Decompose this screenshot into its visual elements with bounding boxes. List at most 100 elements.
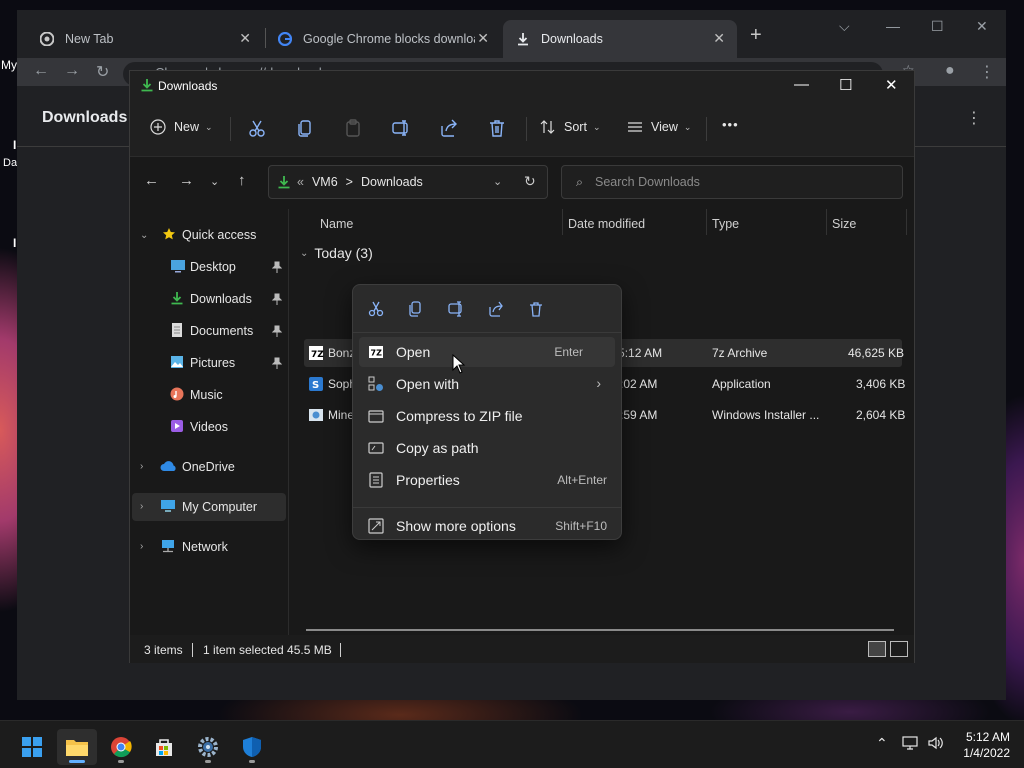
selection-info: 1 item selected 45.5 MB — [203, 643, 332, 657]
minimize-icon[interactable]: — — [794, 76, 809, 93]
navigation-pane: ⌄ Quick access Desktop Downloads Documen… — [130, 209, 288, 635]
nav-item-documents[interactable]: Documents — [130, 317, 286, 345]
maximize-icon[interactable]: ☐ — [839, 76, 852, 94]
menu-item-compress-zip[interactable]: Compress to ZIP file — [359, 401, 615, 431]
sort-button[interactable]: Sort ⌄ — [540, 119, 600, 135]
chrome-icon[interactable] — [101, 729, 141, 765]
back-icon[interactable]: ← — [33, 62, 49, 80]
chevron-down-icon[interactable]: ⌄ — [140, 230, 148, 241]
column-divider[interactable] — [826, 209, 827, 235]
close-icon[interactable]: ✕ — [885, 76, 898, 94]
view-button[interactable]: View ⌄ — [627, 119, 691, 135]
nav-item-videos[interactable]: Videos — [130, 413, 286, 441]
nav-label: Quick access — [182, 228, 257, 242]
column-divider[interactable] — [706, 209, 707, 235]
tab-downloads[interactable]: Downloads ✕ — [503, 20, 737, 58]
menu-item-open-with[interactable]: Open with › — [359, 369, 615, 399]
command-bar: New ⌄ Sort ⌄ View ⌄ ••• — [130, 101, 914, 157]
paste-icon[interactable] — [342, 117, 364, 139]
cut-icon[interactable] — [246, 117, 268, 139]
rename-icon[interactable] — [447, 300, 465, 318]
copy-icon[interactable] — [407, 300, 425, 318]
nav-quick-access[interactable]: ⌄ Quick access — [130, 221, 286, 249]
page-title: Downloads — [42, 109, 128, 126]
new-tab-button[interactable]: + — [750, 24, 762, 47]
delete-icon[interactable] — [527, 300, 545, 318]
close-icon[interactable]: ✕ — [976, 18, 988, 35]
chevron-right-icon[interactable]: › — [140, 501, 143, 512]
column-divider[interactable] — [562, 209, 563, 235]
menu-item-properties[interactable]: Properties Alt+Enter — [359, 465, 615, 495]
profile-icon[interactable]: ● — [945, 62, 955, 80]
recent-locations-icon[interactable]: ⌄ — [210, 175, 219, 188]
delete-icon[interactable] — [486, 117, 508, 139]
chevron-right-icon[interactable]: › — [140, 541, 143, 552]
tab-search-icon[interactable]: ⌵ — [839, 18, 850, 35]
overflow-chevron-icon[interactable]: « — [297, 175, 304, 189]
menu-label: Properties — [396, 472, 460, 488]
nav-item-network[interactable]: › Network — [130, 533, 286, 561]
column-header-size[interactable]: Size — [832, 217, 856, 231]
pane-divider[interactable] — [288, 209, 289, 635]
more-options-button[interactable]: ••• — [722, 117, 739, 132]
close-icon[interactable]: ✕ — [477, 30, 489, 47]
rename-icon[interactable] — [390, 117, 412, 139]
forward-icon[interactable]: → — [64, 62, 80, 80]
tab-google[interactable]: Google Chrome blocks downloa ✕ — [265, 20, 501, 58]
window-title: Downloads — [158, 79, 218, 93]
new-button[interactable]: New ⌄ — [150, 119, 213, 135]
share-icon[interactable] — [487, 300, 505, 318]
chevron-down-icon[interactable]: ⌄ — [493, 175, 502, 188]
system-clock[interactable]: 5:12 AM 1/4/2022 — [950, 729, 1010, 761]
breadcrumb-vm6[interactable]: VM6 — [312, 175, 338, 189]
column-header-date[interactable]: Date modified — [568, 217, 645, 231]
address-bar[interactable]: « VM6 > Downloads ⌄ ↻ — [268, 165, 548, 199]
column-header-name[interactable]: Name — [320, 217, 353, 231]
column-header-type[interactable]: Type — [712, 217, 739, 231]
minimize-icon[interactable]: — — [886, 18, 900, 34]
more-icon[interactable]: ⋮ — [966, 108, 982, 128]
menu-icon[interactable]: ⋮ — [979, 62, 995, 82]
cut-icon[interactable] — [367, 300, 385, 318]
maximize-icon[interactable]: ☐ — [931, 18, 944, 35]
nav-label: Desktop — [190, 260, 236, 274]
settings-icon[interactable] — [188, 729, 228, 765]
nav-item-downloads[interactable]: Downloads — [130, 285, 286, 313]
network-status-icon[interactable] — [902, 735, 920, 754]
file-explorer-icon[interactable] — [57, 729, 97, 765]
copy-icon[interactable] — [294, 117, 316, 139]
nav-item-music[interactable]: Music — [130, 381, 286, 409]
details-view-icon[interactable] — [868, 641, 886, 657]
nav-item-pictures[interactable]: Pictures — [130, 349, 286, 377]
chevron-up-icon[interactable]: ⌃ — [876, 735, 888, 752]
nav-item-onedrive[interactable]: › OneDrive — [130, 453, 286, 481]
forward-icon[interactable]: → — [179, 172, 194, 189]
large-icons-view-icon[interactable] — [890, 641, 908, 657]
chevron-right-icon[interactable]: › — [140, 461, 143, 472]
desktop-edge-label: My — [1, 58, 17, 72]
group-header[interactable]: ⌄ Today (3) — [300, 245, 373, 261]
store-icon[interactable] — [144, 729, 184, 765]
defender-icon[interactable] — [232, 729, 272, 765]
menu-item-show-more-options[interactable]: Show more options Shift+F10 — [359, 511, 615, 541]
7z-icon: 7Z — [369, 346, 383, 358]
nav-item-my-computer[interactable]: › My Computer — [132, 493, 286, 521]
nav-item-desktop[interactable]: Desktop — [130, 253, 286, 281]
start-icon[interactable] — [12, 729, 52, 765]
back-icon[interactable]: ← — [144, 172, 159, 189]
tab-new-tab[interactable]: New Tab ✕ — [27, 20, 263, 58]
reload-icon[interactable]: ↻ — [96, 62, 109, 82]
refresh-icon[interactable]: ↻ — [524, 173, 536, 190]
up-icon[interactable]: ↑ — [238, 172, 246, 189]
documents-icon — [171, 322, 183, 341]
horizontal-scrollbar[interactable] — [306, 629, 894, 631]
breadcrumb-downloads[interactable]: Downloads — [361, 175, 423, 189]
menu-item-open[interactable]: 7Z Open Enter — [359, 337, 615, 367]
close-icon[interactable]: ✕ — [239, 30, 251, 47]
volume-icon[interactable] — [927, 735, 943, 754]
share-icon[interactable] — [438, 117, 460, 139]
column-divider[interactable] — [906, 209, 907, 235]
close-icon[interactable]: ✕ — [713, 30, 725, 47]
search-input[interactable]: ⌕ Search Downloads — [561, 165, 903, 199]
menu-item-copy-as-path[interactable]: Copy as path — [359, 433, 615, 463]
